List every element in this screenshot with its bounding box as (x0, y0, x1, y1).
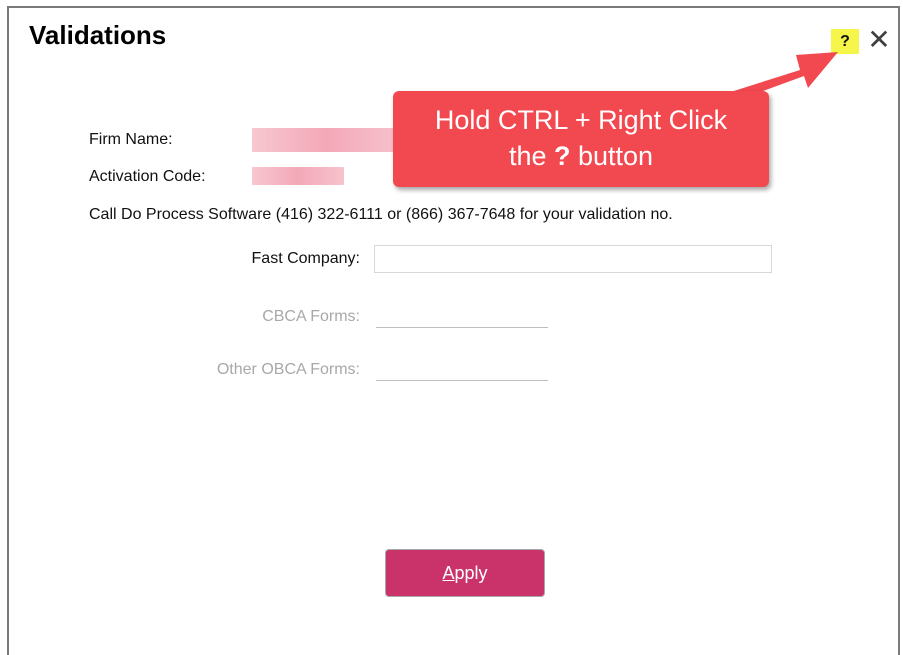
callout-line2-pre: the (508, 141, 554, 171)
cbca-forms-label: CBCA Forms: (262, 308, 360, 325)
callout-line2-post: button (570, 141, 654, 171)
other-obca-forms-label: Other OBCA Forms: (216, 361, 360, 378)
activation-code-value-redacted (252, 167, 344, 185)
callout-line1: Hold CTRL + Right Click (434, 105, 728, 135)
validation-notice: Call Do Process Software (416) 322-6111 … (89, 206, 673, 223)
callout-annotation: Hold CTRL + Right Click the ? button (393, 91, 769, 187)
cbca-forms-input[interactable] (376, 300, 548, 328)
callout-question-mark: ? (553, 141, 571, 171)
close-button[interactable]: ✕ (865, 24, 893, 56)
fast-company-label: Fast Company: (251, 250, 360, 267)
callout-line2: the ? button (393, 138, 769, 174)
other-obca-forms-input[interactable] (376, 353, 548, 381)
firm-name-value-redacted (252, 128, 402, 152)
activation-code-label: Activation Code: (89, 168, 206, 185)
close-icon: ✕ (867, 24, 891, 55)
apply-button[interactable]: Apply (385, 549, 545, 597)
help-icon: ? (840, 33, 850, 50)
fast-company-input[interactable] (374, 245, 772, 273)
page: Validations ? ✕ Firm Name: Activation Co… (0, 0, 903, 655)
apply-mnemonic: A (442, 563, 455, 583)
apply-label: pply (454, 563, 488, 583)
dialog-title: Validations (29, 20, 167, 50)
help-button[interactable]: ? (831, 29, 859, 54)
firm-name-label: Firm Name: (89, 131, 173, 148)
